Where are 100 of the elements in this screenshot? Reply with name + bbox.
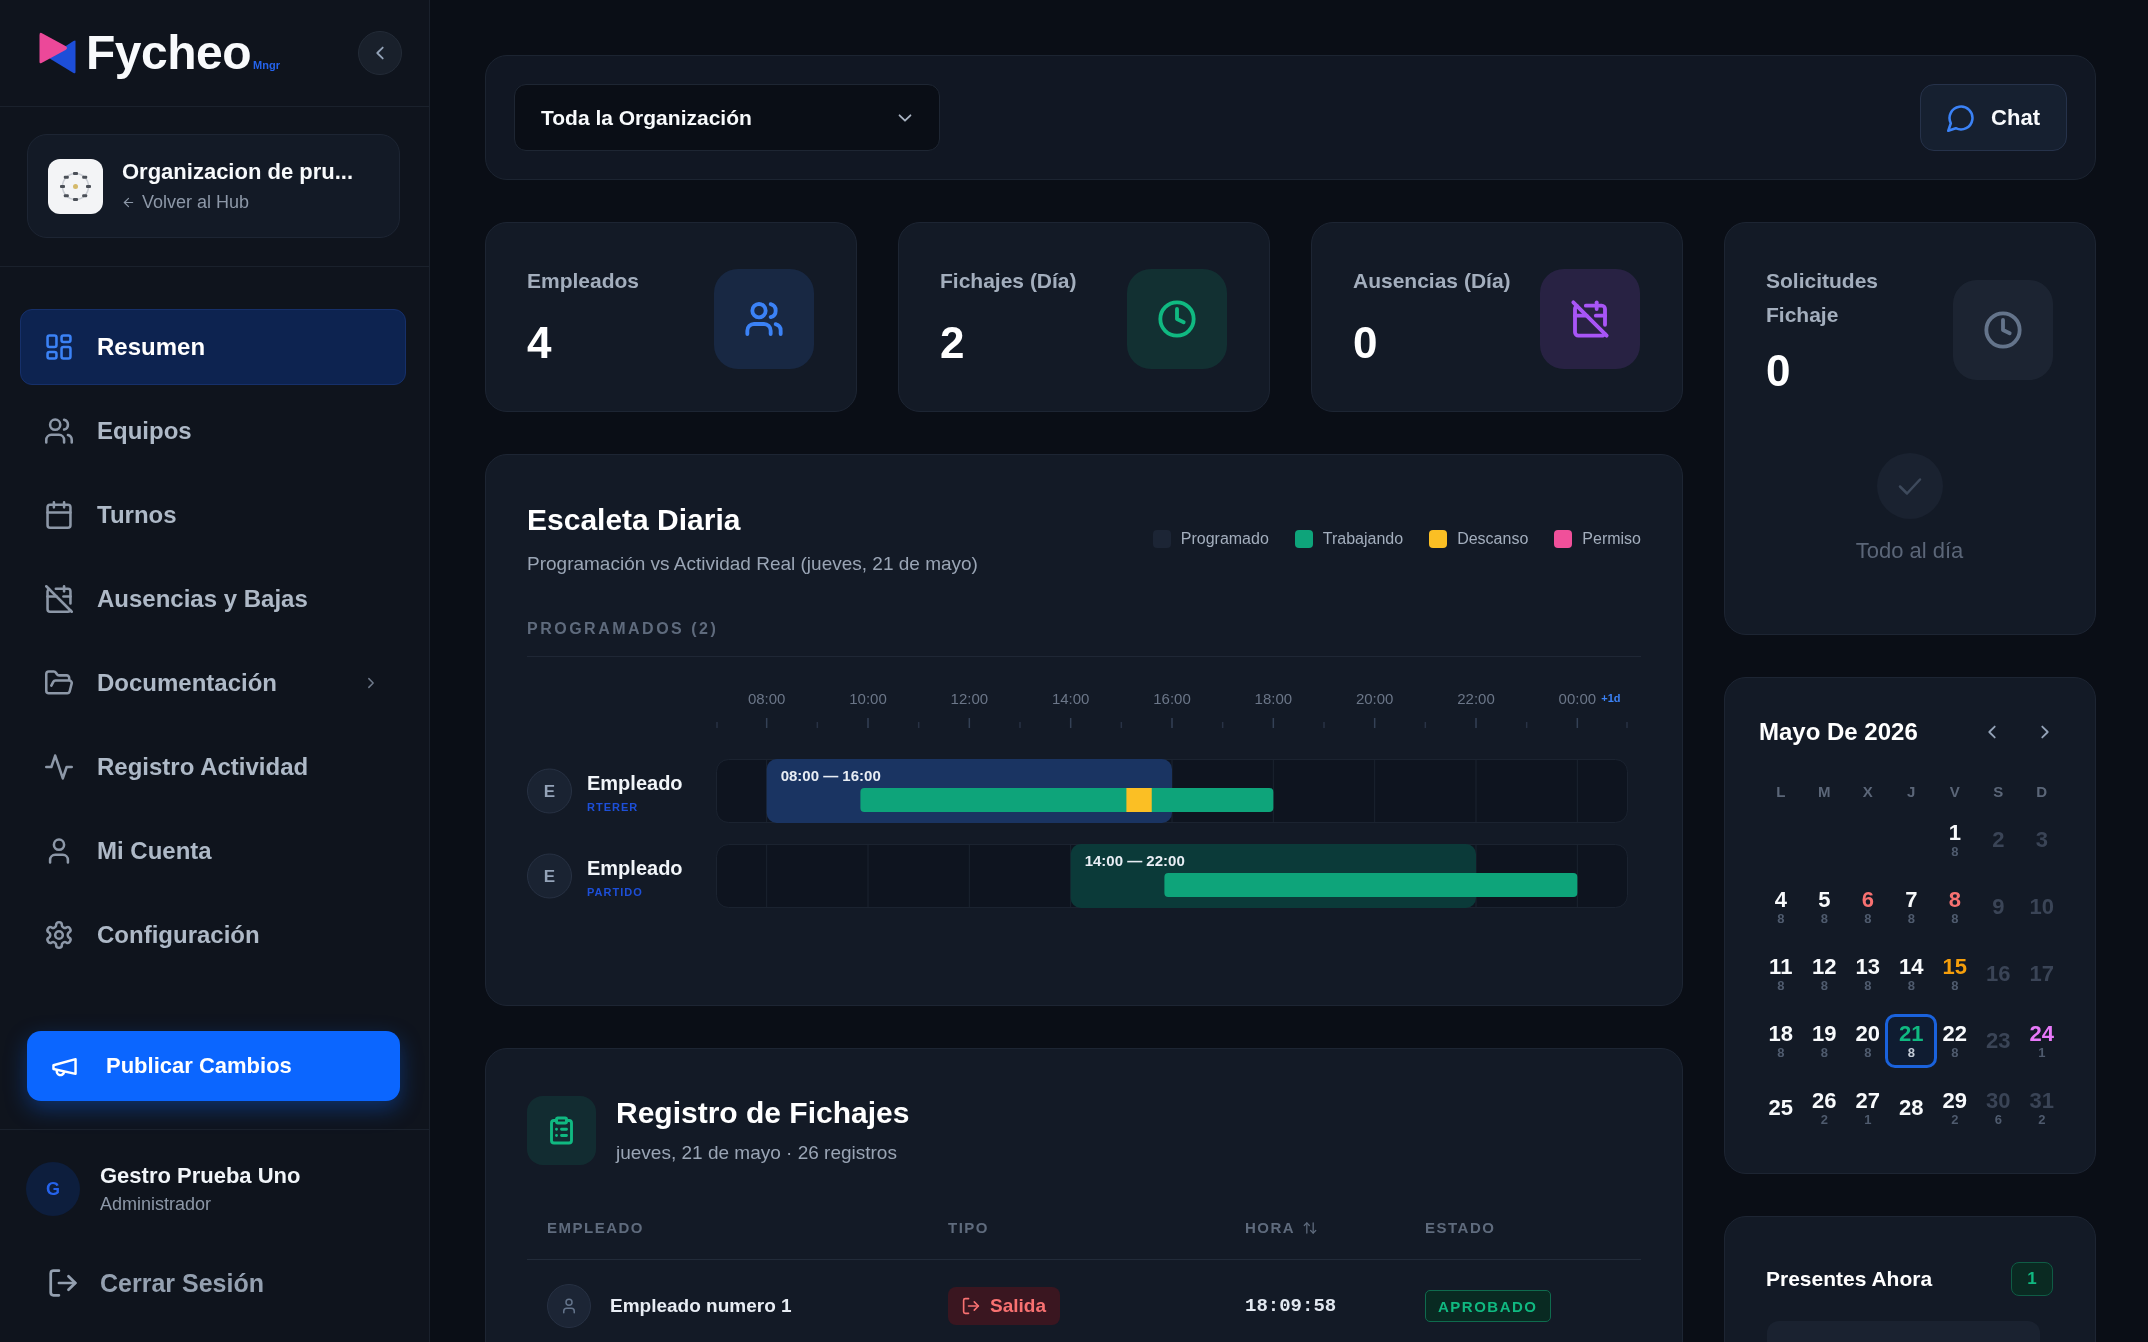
calendar-day[interactable]: 18 8 <box>1763 1013 1798 1068</box>
employee-name: Empleado <box>587 857 683 879</box>
dashboard-icon <box>45 333 73 361</box>
logout-icon <box>48 1268 78 1298</box>
time-label: 12:00 <box>950 690 989 707</box>
logout-icon <box>962 1297 980 1315</box>
legend-label: Trabajando <box>1322 530 1404 548</box>
section-label: PROGRAMADOS (2) <box>527 619 719 639</box>
card-subtitle: jueves, 21 de mayo · 26 registros <box>616 1141 898 1165</box>
logo-icon <box>38 32 77 74</box>
users-icon <box>45 417 73 445</box>
weekday-label: L <box>1776 782 1786 800</box>
weekday-label: D <box>2036 782 2048 800</box>
calendar-day[interactable]: 24 1 <box>2024 1013 2059 1068</box>
chat-icon <box>1947 103 1976 132</box>
shift-type-label: PARTIDO <box>587 886 643 898</box>
time-label: 22:00 <box>1457 690 1495 707</box>
stat-label: Fichajes (Día) <box>940 268 1078 294</box>
clock-icon <box>1953 280 2053 380</box>
weekday-label: X <box>1862 782 1873 800</box>
shift-time-label: 08:00 — 16:00 <box>780 767 881 784</box>
nav-item[interactable]: Equipos <box>20 393 406 469</box>
nav-item[interactable]: Turnos <box>20 477 406 553</box>
punch-time: 18:09:58 <box>1245 1295 1337 1317</box>
scope-select[interactable]: Toda la Organización <box>514 84 940 151</box>
employee-name: Empleado numero 1 <box>610 1295 792 1317</box>
legend-label: Descanso <box>1457 530 1529 548</box>
nav-item[interactable]: Ausencias y Bajas <box>20 561 406 637</box>
folder-icon <box>45 669 73 697</box>
calendar-day[interactable]: 7 8 <box>1894 879 1929 934</box>
nav-item[interactable]: Mi Cuenta <box>20 813 406 889</box>
stat-label: Empleados <box>527 268 641 294</box>
calendar-slash-icon <box>1540 269 1640 369</box>
nav-item[interactable]: Documentación <box>20 645 406 721</box>
collapse-button[interactable] <box>358 31 402 75</box>
time-label: 20:00 <box>1355 690 1394 707</box>
user-role: Administrador <box>100 1193 213 1216</box>
clock-icon <box>1127 269 1227 369</box>
calendar-day[interactable]: 27 1 <box>1850 1080 1885 1135</box>
settings-icon <box>45 921 73 949</box>
calendar-day[interactable]: 4 8 <box>1763 879 1798 934</box>
card-title: Registro de Fichajes <box>616 1095 910 1131</box>
next-day-label: +1d <box>1601 692 1621 704</box>
time-label: 08:00 <box>747 690 786 707</box>
legend-label: Permiso <box>1582 530 1641 548</box>
calendar-day[interactable]: 13 8 <box>1850 946 1885 1001</box>
calendar-day[interactable]: 22 8 <box>1937 1013 1972 1068</box>
logout-button[interactable]: Cerrar Sesión <box>38 1258 274 1308</box>
time-label: 10:00 <box>849 690 887 707</box>
calendar-day[interactable]: 11 8 <box>1763 946 1798 1001</box>
arrow-left-icon <box>122 195 135 209</box>
calendar-day[interactable]: 21 8 <box>1885 1013 1938 1068</box>
brand-name: Fycheo <box>86 25 252 81</box>
count-badge: 1 <box>2011 1262 2053 1296</box>
column-header: EMPLEADO <box>547 1218 644 1238</box>
weekday-label: S <box>1993 782 2004 800</box>
calendar-day[interactable]: 12 8 <box>1807 946 1842 1001</box>
calendar-day[interactable]: 29 2 <box>1937 1080 1972 1135</box>
publish-button[interactable]: Publicar Cambios <box>27 1031 400 1101</box>
nav-item[interactable]: Registro Actividad <box>20 729 406 805</box>
calendar-day[interactable]: 26 2 <box>1807 1080 1842 1135</box>
calendar-day[interactable]: 15 8 <box>1937 946 1972 1001</box>
chat-button[interactable]: Chat <box>1920 84 2067 151</box>
organization-name: Organizacion de pru... <box>122 158 354 186</box>
org-logo-icon <box>48 158 103 214</box>
calendar-icon <box>45 501 73 529</box>
stat-label: Ausencias (Día) <box>1353 268 1512 294</box>
time-label: 18:00 <box>1254 690 1293 707</box>
back-link[interactable]: Volver al Hub <box>122 190 354 214</box>
nav-item[interactable]: Configuración <box>20 897 406 973</box>
calendar-day[interactable]: 1 8 <box>1937 812 1972 867</box>
user-avatar: G <box>26 1162 80 1216</box>
calendar-day[interactable]: 5 8 <box>1807 879 1842 934</box>
calendar-day[interactable]: 25 <box>1763 1080 1798 1135</box>
avatar: E <box>527 853 572 899</box>
stat-value: 0 <box>1766 346 1792 396</box>
weekday-label: J <box>1907 782 1916 800</box>
user-avatar-icon <box>547 1284 591 1328</box>
time-label: 14:00 <box>1051 690 1090 707</box>
calendar-day[interactable]: 28 <box>1894 1080 1929 1135</box>
calendar-day[interactable]: 14 8 <box>1894 946 1929 1001</box>
legend-label: Programado <box>1180 530 1269 548</box>
shift-type-label: RTERER <box>587 801 639 813</box>
card-title: Presentes Ahora <box>1766 1266 1933 1292</box>
column-header: TIPO <box>948 1218 989 1238</box>
weekday-label: M <box>1818 782 1831 800</box>
empty-message: Todo al día <box>1855 537 1964 565</box>
brand-suffix: Mngr <box>253 59 280 71</box>
calendar-day[interactable]: 19 8 <box>1807 1013 1842 1068</box>
status-tag: APROBADO <box>1425 1290 1551 1322</box>
calendar-day[interactable]: 6 8 <box>1850 879 1885 934</box>
column-header: ESTADO <box>1425 1218 1496 1238</box>
employee-name: Empleado <box>587 772 683 794</box>
month-title: Mayo De 2026 <box>1759 717 1919 747</box>
calendar-day[interactable]: 20 8 <box>1850 1013 1885 1068</box>
check-icon <box>1876 453 1943 519</box>
calendar-day[interactable]: 8 8 <box>1937 879 1972 934</box>
nav-item[interactable]: Resumen <box>20 309 406 385</box>
users-icon <box>714 269 814 369</box>
shift-time-label: 14:00 — 22:00 <box>1084 852 1185 869</box>
